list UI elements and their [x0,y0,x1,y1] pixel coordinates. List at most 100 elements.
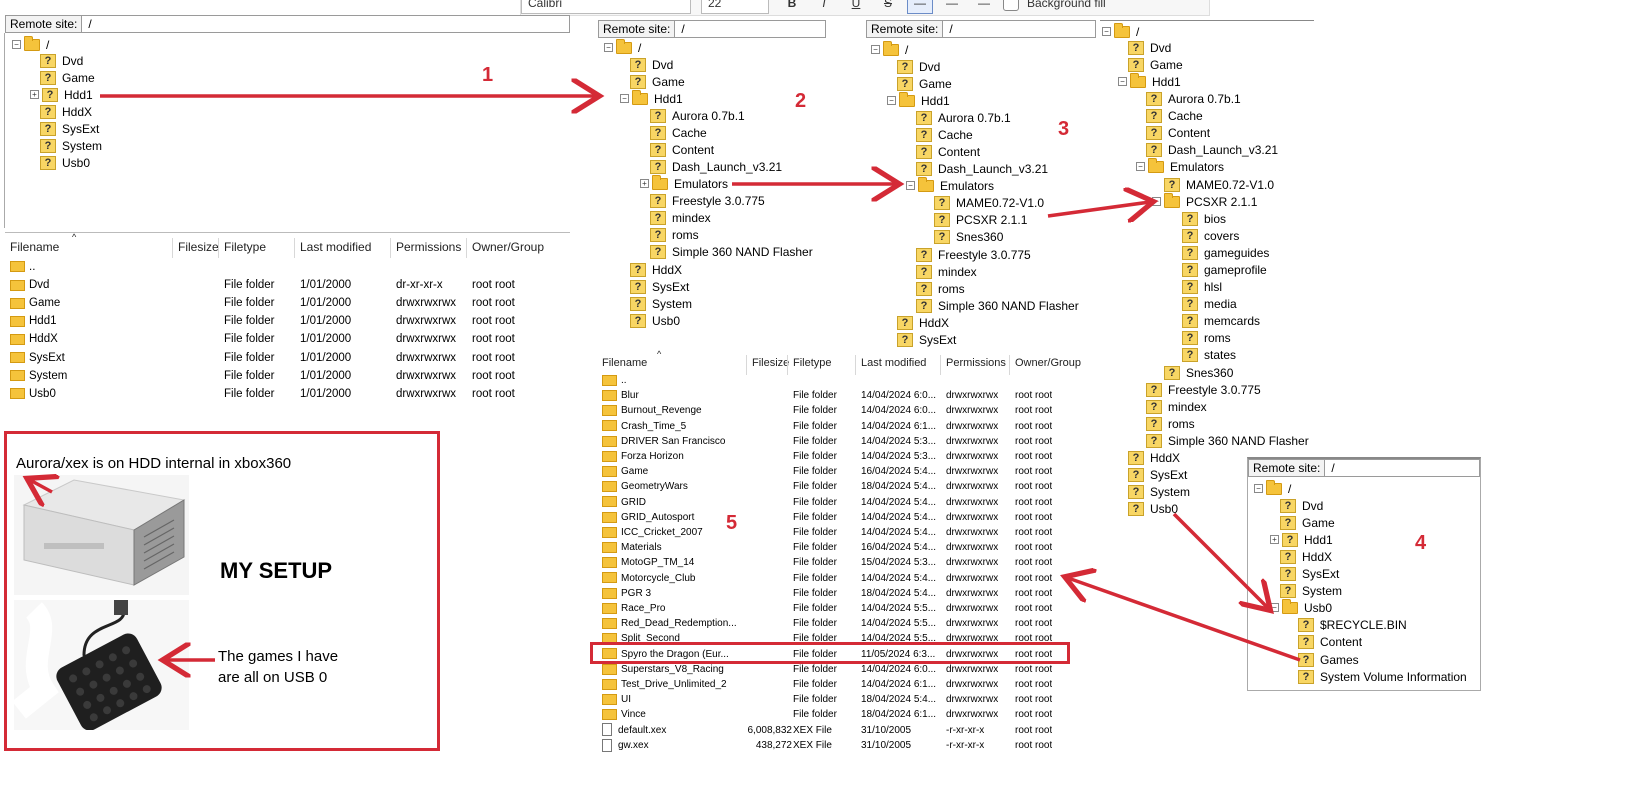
align-right-button[interactable]: — [971,0,997,14]
tree-node[interactable]: ? System [630,295,692,312]
column-separator[interactable] [218,238,219,258]
column-separator[interactable] [294,238,295,258]
tree-node[interactable]: ? Usb0 [1128,500,1178,517]
tree-node[interactable]: ? Games [1298,651,1359,668]
tree-node[interactable]: ? hlsl [1182,278,1222,295]
table-row[interactable]: Materials File folder 16/04/2024 5:4... drw… [598,540,1096,555]
collapse-icon[interactable]: − [12,40,21,49]
column-header[interactable]: Last modified [300,240,371,254]
tree-node[interactable]: ? memcards [1182,312,1260,329]
column-header[interactable]: Filename [10,240,59,254]
table-row[interactable]: System File folder 1/01/2000 drwxrwxrwx root… [5,367,570,385]
tree-node[interactable]: ? gameprofile [1182,261,1267,278]
collapse-icon[interactable]: − [1254,484,1263,493]
tree-node[interactable]: − Hdd1 [620,89,683,107]
collapse-icon[interactable]: − [1152,197,1161,206]
tree-node[interactable]: − PCSXR 2.1.1 [1152,192,1257,210]
tree-node[interactable]: ? Aurora 0.7b.1 [650,107,745,124]
table-row[interactable]: gw.xex 438,272 XEX File 31/10/2005 -r-xr-xr-… [598,738,1096,753]
table-row[interactable]: Motorcycle_Club File folder 14/04/2024 5:4… [598,571,1096,586]
tree-node[interactable]: + Emulators [640,174,728,192]
tree-node[interactable]: ? HddX [897,314,949,331]
column-header[interactable]: Owner/Group [1015,357,1081,369]
collapse-icon[interactable]: − [604,43,613,52]
collapse-icon[interactable]: − [1118,77,1127,86]
column-header[interactable]: Filesize [752,357,789,369]
tree-node[interactable]: ? states [1182,346,1236,363]
font-size-select[interactable]: 22 [701,0,769,14]
tree-node[interactable]: ? media [1182,295,1237,312]
italic-button[interactable]: I [811,0,837,14]
column-header[interactable]: Permissions [396,240,461,254]
tree-node[interactable]: ? $RECYCLE.BIN [1298,616,1407,633]
tree-node[interactable]: − Emulators [1136,157,1224,175]
tree-node[interactable]: ? Game [1280,514,1335,531]
table-row[interactable]: Red_Dead_Redemption... File folder 14/04/2… [598,616,1096,631]
column-header[interactable]: Filesize [178,240,219,254]
tree-node[interactable]: ? Aurora 0.7b.1 [1146,90,1241,107]
tree-node[interactable]: ? Cache [650,124,707,141]
column-separator[interactable] [390,238,391,258]
tree-node[interactable]: ? Content [1146,124,1210,141]
table-row[interactable]: ICC_Cricket_2007 File folder 14/04/2024 5:… [598,525,1096,540]
column-separator[interactable] [787,355,788,375]
table-row[interactable]: Test_Drive_Unlimited_2 File folder 14/04/2… [598,677,1096,692]
tree-node[interactable]: ? PCSXR 2.1.1 [934,211,1027,228]
tree-node[interactable]: +? Hdd1 [1270,531,1333,548]
tree-node[interactable]: ? Game [630,73,685,90]
tree-node[interactable]: − / [1102,22,1139,40]
tree-node[interactable]: ? Game [897,75,952,92]
table-row[interactable]: Dvd File folder 1/01/2000 dr-xr-xr-x root ro… [5,276,570,294]
table-row[interactable]: GRID_Autosport File folder 14/04/2024 5:4.… [598,510,1096,525]
tree-node[interactable]: ? Cache [1146,107,1203,124]
table-row[interactable]: Race_Pro File folder 14/04/2024 5:5... drwx… [598,601,1096,616]
strikethrough-button[interactable]: S [875,0,901,14]
remote-site-input[interactable]: / [1325,461,1334,475]
tree-node[interactable]: − / [1254,479,1291,497]
table-row[interactable]: Superstars_V8_Racing File folder 14/04/202… [598,662,1096,677]
table-row[interactable]: default.xex 6,008,832 XEX File 31/10/2005 -r… [598,723,1096,738]
align-center-button[interactable]: — [939,0,965,14]
collapse-icon[interactable]: − [887,96,896,105]
tree-node[interactable]: ? roms [1182,329,1231,346]
tree-node[interactable]: ? Snes360 [1164,364,1233,381]
expand-icon[interactable]: + [1270,535,1279,544]
tree-node[interactable]: − / [12,35,49,53]
tree-node[interactable]: ? Dash_Launch_v3.21 [916,160,1048,177]
align-left-button[interactable]: — [907,0,933,14]
column-separator[interactable] [466,238,467,258]
tree-node[interactable]: ? roms [650,226,699,243]
collapse-icon[interactable]: − [1102,27,1111,36]
tree-node[interactable]: ? Snes360 [934,228,1003,245]
table-row[interactable]: DRIVER San Francisco File folder 14/04/202… [598,434,1096,449]
collapse-icon[interactable]: − [620,94,629,103]
tree-node[interactable]: ? SysExt [897,331,956,348]
column-header[interactable]: Permissions [946,357,1006,369]
tree-node[interactable]: − Emulators [906,176,994,194]
table-row[interactable]: GRID File folder 14/04/2024 5:4... drwxrwxr… [598,495,1096,510]
tree-node[interactable]: ? SysExt [630,278,689,295]
table-row[interactable]: Forza Horizon File folder 14/04/2024 5:3..… [598,449,1096,464]
tree-node[interactable]: ? HddX [40,103,92,120]
tree-node[interactable]: +? Hdd1 [30,86,93,103]
column-separator[interactable] [746,355,747,375]
column-header[interactable]: Filename [602,357,647,369]
tree-node[interactable]: ? MAME0.72-V1.0 [1164,176,1274,193]
table-row[interactable]: Hdd1 File folder 1/01/2000 drwxrwxrwx root r… [5,312,570,330]
tree-node[interactable]: ? roms [916,280,965,297]
table-row[interactable]: Burnout_Revenge File folder 14/04/2024 6:0… [598,403,1096,418]
tree-node[interactable]: ? mindex [916,263,977,280]
tree-node[interactable]: ? Dvd [630,56,673,73]
tree-node[interactable]: ? Dvd [897,58,940,75]
bold-button[interactable]: B [779,0,805,14]
tree-node[interactable]: ? Freestyle 3.0.775 [650,192,765,209]
tree-node[interactable]: ? Dvd [40,52,83,69]
expand-icon[interactable]: + [640,179,649,188]
tree-node[interactable]: ? mindex [1146,398,1207,415]
table-row[interactable]: UI File folder 18/04/2024 5:4... drwxrwxrwx… [598,692,1096,707]
background-fill-toggle[interactable]: Background fill [1003,0,1106,11]
tree-node[interactable]: ? covers [1182,227,1239,244]
tree-node[interactable]: ? Game [1128,56,1183,73]
table-row[interactable]: Game File folder 1/01/2000 drwxrwxrwx root r… [5,294,570,312]
tree-node[interactable]: ? System [40,137,102,154]
